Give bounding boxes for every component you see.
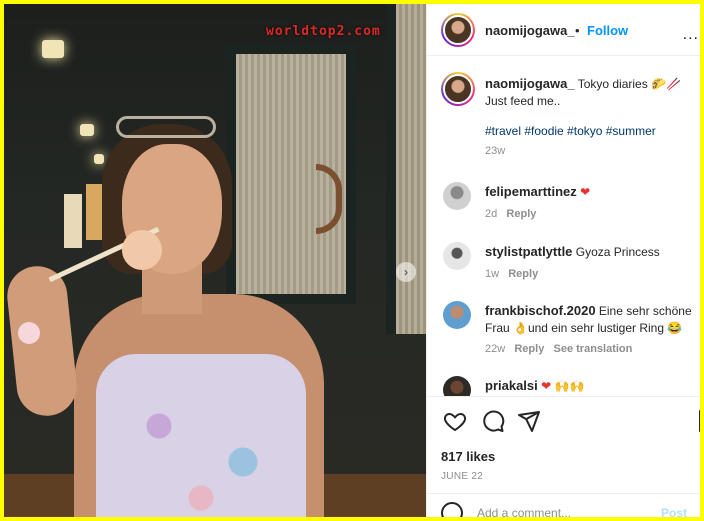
reply-button[interactable]: Reply: [514, 343, 544, 355]
post-date: JUNE 22: [441, 471, 484, 482]
avatar[interactable]: [441, 13, 475, 47]
window-blinds-right: [386, 4, 426, 334]
caption-avatar[interactable]: [441, 72, 475, 106]
heart-icon[interactable]: [443, 409, 467, 433]
post-actions: 817 likes JUNE 22 Add a comment... Post: [427, 396, 700, 517]
dress: [96, 354, 306, 517]
caption-text: Tokyo diaries 🌮🥢: [577, 77, 681, 91]
watermark: worldtop2.com: [266, 24, 381, 39]
sunglasses: [116, 116, 216, 138]
follow-button[interactable]: Follow: [587, 23, 628, 38]
avatar[interactable]: [443, 242, 471, 270]
list-item: felipemarttinez ❤ 2d Reply: [485, 184, 695, 220]
avatar[interactable]: [443, 301, 471, 329]
comment-icon[interactable]: [481, 409, 505, 433]
caption: naomijogawa_ Tokyo diaries 🌮🥢 Just feed …: [485, 76, 695, 157]
avatar[interactable]: [443, 376, 471, 396]
comment-username[interactable]: priakalsi: [485, 378, 538, 393]
reply-button[interactable]: Reply: [508, 268, 538, 280]
post-modal: worldtop2.com › naomijogawa_ • Follow ..…: [4, 4, 700, 517]
emoji-icon[interactable]: [441, 502, 463, 517]
post-button[interactable]: Post: [661, 506, 687, 517]
comment-time: 22w: [485, 343, 506, 355]
header-username[interactable]: naomijogawa_: [485, 23, 575, 38]
heart-ring: [18, 322, 40, 344]
arm: [4, 263, 80, 419]
comment-username[interactable]: felipemarttinez: [485, 184, 577, 199]
dumpling: [122, 230, 162, 270]
add-comment-bar: Add a comment... Post: [427, 493, 700, 517]
comment-input[interactable]: Add a comment...: [477, 506, 571, 517]
separator-dot: •: [575, 23, 580, 38]
reply-button[interactable]: Reply: [506, 208, 536, 220]
avatar[interactable]: [443, 182, 471, 210]
caption-line2: Just feed me..: [485, 94, 561, 108]
menu-card: [86, 184, 102, 240]
caption-age: 23w: [485, 145, 506, 157]
share-icon[interactable]: [517, 409, 541, 433]
lamp: [94, 154, 104, 164]
bookmark-icon[interactable]: [695, 409, 700, 433]
list-item: frankbischof.2020 Eine sehr schöne Frau …: [485, 302, 695, 355]
comment-time: 2d: [485, 208, 498, 220]
list-item: priakalsi ❤ 🙌🙌: [485, 378, 695, 393]
caption-username[interactable]: naomijogawa_: [485, 76, 575, 91]
comment-text: ❤: [580, 185, 591, 199]
post-panel: naomijogawa_ • Follow ... naomijogawa_ T…: [426, 4, 700, 517]
lamp: [80, 124, 94, 136]
likes-count[interactable]: 817 likes: [441, 449, 495, 464]
comment-text: Gyoza Princess: [575, 245, 660, 259]
comment-username[interactable]: frankbischof.2020: [485, 303, 596, 318]
comment-username[interactable]: stylistpatlyttle: [485, 244, 572, 259]
carousel-next-icon[interactable]: ›: [396, 262, 416, 282]
post-header: naomijogawa_ • Follow ...: [427, 4, 700, 56]
comment-time: 1w: [485, 268, 500, 280]
list-item: stylistpatlyttle Gyoza Princess 1w Reply: [485, 244, 695, 280]
hashtags[interactable]: #travel #foodie #tokyo #summer: [485, 124, 695, 138]
post-photo[interactable]: worldtop2.com ›: [4, 4, 426, 517]
comments-list[interactable]: naomijogawa_ Tokyo diaries 🌮🥢 Just feed …: [427, 56, 700, 396]
lamp: [42, 40, 64, 58]
comment-text: ❤ 🙌🙌: [541, 379, 585, 393]
menu-card: [64, 194, 82, 248]
see-translation-button[interactable]: See translation: [554, 343, 633, 355]
more-options-icon[interactable]: ...: [683, 26, 699, 44]
